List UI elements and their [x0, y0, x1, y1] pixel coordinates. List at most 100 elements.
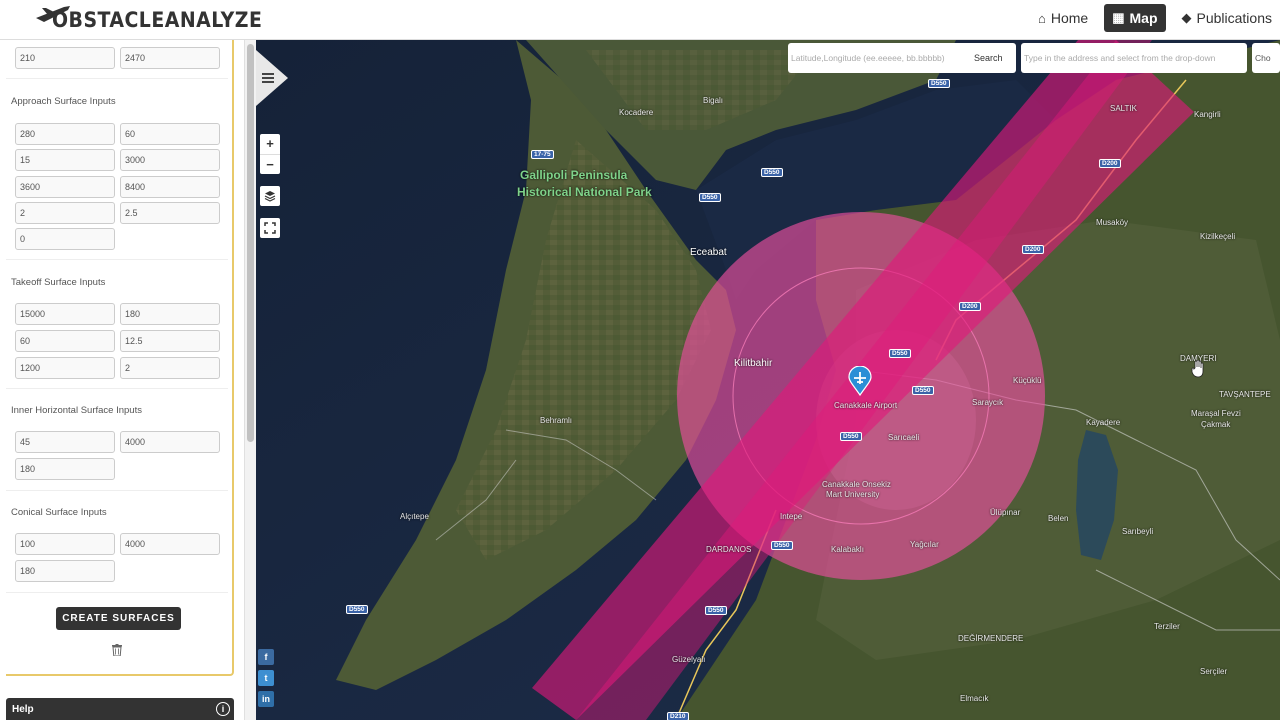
- map-label: Terziler: [1154, 622, 1180, 631]
- map-label: DEĞİRMENDERE: [958, 634, 1024, 643]
- brand-logo[interactable]: OBSTACLEANALYZE: [34, 4, 262, 36]
- facebook-icon[interactable]: f: [258, 649, 274, 665]
- satellite-map-background: [256, 40, 1280, 720]
- road-badge: D200: [959, 302, 981, 311]
- road-badge: D550: [346, 605, 368, 614]
- map-label: Yağcılar: [910, 540, 939, 549]
- approach-section-label: Approach Surface Inputs: [11, 96, 116, 107]
- map-label: Küçüklü: [1013, 376, 1042, 385]
- inner-horizontal-section-label: Inner Horizontal Surface Inputs: [11, 405, 142, 416]
- sidebar-toggle-button[interactable]: [256, 50, 288, 106]
- choose-dropdown[interactable]: Cho: [1252, 43, 1280, 73]
- hand-cursor-icon: [1191, 359, 1205, 378]
- input-field[interactable]: [15, 228, 115, 250]
- road-badge: D550: [912, 386, 934, 395]
- zoom-in-button[interactable]: +: [260, 134, 280, 154]
- map-label: Kocadere: [619, 108, 654, 117]
- road-badge: 17-75: [531, 150, 554, 159]
- input-field[interactable]: [120, 357, 220, 379]
- coordinate-search: Latitude,Longitude (ee.eeeee, bb.bbbbb) …: [788, 43, 1016, 73]
- input-field[interactable]: [15, 149, 115, 171]
- input-field[interactable]: [120, 431, 220, 453]
- home-icon: ⌂: [1037, 10, 1046, 26]
- road-badge: D200: [1022, 245, 1044, 254]
- map-label: Kilitbahir: [734, 358, 773, 369]
- map-label: Çakmak: [1201, 420, 1231, 429]
- nav-publications[interactable]: ◆ Publications: [1174, 4, 1280, 32]
- zoom-out-button[interactable]: −: [260, 154, 280, 174]
- map-label: Historical National Park: [517, 185, 652, 199]
- sidebar-scrollbar[interactable]: [244, 40, 256, 720]
- nav-home-label: Home: [1050, 10, 1089, 26]
- road-badge: D550: [889, 349, 911, 358]
- conical-section-label: Conical Surface Inputs: [11, 507, 107, 518]
- nav-home[interactable]: ⌂ Home: [1030, 4, 1096, 32]
- input-field[interactable]: [15, 47, 115, 69]
- input-field[interactable]: [15, 458, 115, 480]
- input-field[interactable]: [15, 330, 115, 352]
- map-label: Musaköy: [1096, 218, 1129, 227]
- road-badge: D550: [771, 541, 793, 550]
- map-label: Kayadere: [1086, 418, 1121, 427]
- map-label: Maraşal Fevzi: [1191, 409, 1241, 418]
- layers-icon: [264, 191, 276, 202]
- map-label: DARDANOS: [706, 545, 752, 554]
- twitter-icon[interactable]: t: [258, 670, 274, 686]
- divider: [6, 388, 228, 389]
- help-panel-header[interactable]: Help i: [6, 698, 234, 720]
- logo-text: OBSTACLEANALYZE: [52, 8, 263, 32]
- input-field[interactable]: [120, 47, 220, 69]
- address-search-input[interactable]: Type in the address and select from the …: [1021, 53, 1245, 63]
- fullscreen-button[interactable]: [260, 218, 280, 238]
- map-label: Sarıbeyli: [1122, 527, 1154, 536]
- input-field[interactable]: [15, 303, 115, 325]
- map-icon: ▦: [1112, 10, 1125, 25]
- road-badge: D550: [699, 193, 721, 202]
- divider: [6, 78, 228, 79]
- input-field[interactable]: [15, 123, 115, 145]
- road-badge: D550: [928, 79, 950, 88]
- input-field[interactable]: [120, 330, 220, 352]
- fullscreen-icon: [264, 222, 276, 234]
- divider: [6, 592, 228, 593]
- choose-label: Cho: [1255, 53, 1271, 63]
- divider: [6, 490, 228, 491]
- scrollbar-thumb[interactable]: [247, 44, 254, 442]
- map-label: Belen: [1048, 514, 1069, 523]
- surface-inputs-panel: Approach Surface Inputs Takeoff Surface …: [6, 40, 234, 676]
- map-label: Bigalı: [703, 96, 724, 105]
- layers-button[interactable]: [260, 186, 280, 206]
- input-field[interactable]: [15, 533, 115, 555]
- trash-icon[interactable]: [112, 644, 122, 657]
- input-field[interactable]: [15, 202, 115, 224]
- map-label: Behramlı: [540, 416, 573, 425]
- tag-icon: ◆: [1181, 10, 1192, 25]
- input-field[interactable]: [120, 176, 220, 198]
- input-field[interactable]: [15, 431, 115, 453]
- input-field[interactable]: [120, 149, 220, 171]
- nav-map[interactable]: ▦ Map: [1104, 4, 1166, 32]
- input-field[interactable]: [15, 560, 115, 582]
- map-label: Kangirli: [1194, 110, 1221, 119]
- linkedin-icon[interactable]: in: [258, 691, 274, 707]
- map-label: Kizilkeçeli: [1200, 232, 1236, 241]
- input-field[interactable]: [120, 202, 220, 224]
- coordinate-search-input[interactable]: Latitude,Longitude (ee.eeeee, bb.bbbbb): [788, 53, 968, 63]
- airplane-logo-icon: [36, 6, 70, 22]
- zoom-control: + −: [260, 134, 280, 174]
- input-field[interactable]: [120, 533, 220, 555]
- coordinate-search-button[interactable]: Search: [968, 53, 1009, 63]
- input-field[interactable]: [120, 303, 220, 325]
- input-field[interactable]: [120, 123, 220, 145]
- create-surfaces-button[interactable]: CREATE SURFACES: [56, 607, 181, 630]
- map-view[interactable]: Gallipoli Peninsula Historical National …: [256, 40, 1280, 720]
- info-icon[interactable]: i: [216, 702, 230, 716]
- map-label: Mart University: [826, 490, 880, 499]
- top-navbar: OBSTACLEANALYZE ⌂ Home ▦ Map ◆ Publicati…: [0, 0, 1280, 40]
- map-label: Güzelyalı: [672, 655, 706, 664]
- road-badge: D210: [667, 712, 689, 720]
- airport-marker-icon[interactable]: [848, 365, 872, 397]
- main-nav: ⌂ Home ▦ Map ◆ Publications: [1022, 4, 1280, 32]
- input-field[interactable]: [15, 176, 115, 198]
- input-field[interactable]: [15, 357, 115, 379]
